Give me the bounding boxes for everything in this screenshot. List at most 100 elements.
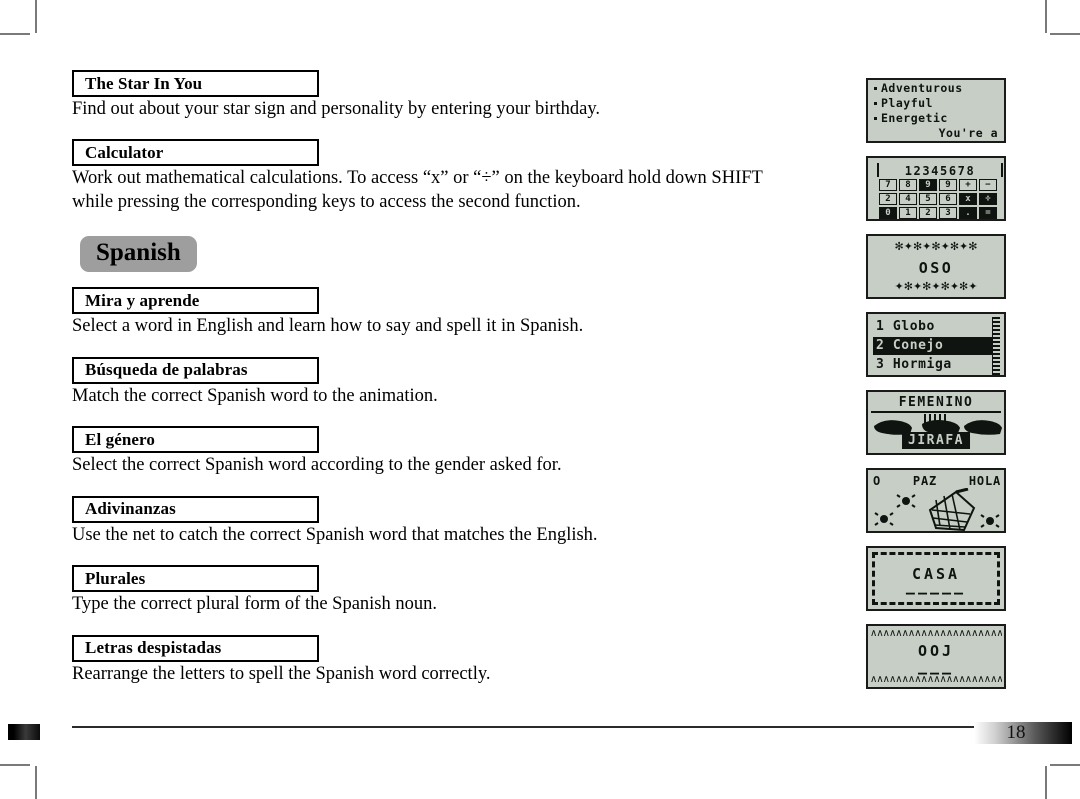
crop-mark-top-left-vertical xyxy=(35,0,37,33)
content-column: The Star In You Find out about your star… xyxy=(72,70,772,686)
calc-key: 1 xyxy=(899,207,917,219)
lcd-inner: Adventurous Playful Energetic You're a xyxy=(870,82,1002,139)
entry-title: Calculator xyxy=(85,142,164,162)
entry-description: Find out about your star sign and person… xyxy=(72,99,601,119)
calc-key: 7 xyxy=(879,179,897,191)
entry-title-box: Adivinanzas xyxy=(72,495,319,523)
entry-title: El género xyxy=(85,429,155,449)
crop-mark-bottom-right-horizontal xyxy=(1050,764,1080,766)
crop-mark-bottom-left-horizontal xyxy=(0,764,30,766)
lcd-word: HOLA xyxy=(968,474,1001,488)
entry-title-box: Calculator xyxy=(72,139,319,167)
entry-title: Búsqueda de palabras xyxy=(85,360,248,380)
page-number: 18 xyxy=(1006,722,1026,743)
lcd-letras-despistadas-screen: ∧∧∧∧∧∧∧∧∧∧∧∧∧∧∧∧∧∧∧∧∧∧∧∧ OOJ ——— ∧∧∧∧∧∧∧… xyxy=(866,624,1006,689)
lcd-inner: CASA ————— xyxy=(870,550,1002,607)
entry-calculator: Calculator Work out mathematical calcula… xyxy=(72,139,772,214)
calc-key: − xyxy=(979,179,997,191)
entry-description: Type the correct plural form of the Span… xyxy=(72,594,438,615)
calc-key: x xyxy=(959,193,977,205)
calc-key: = xyxy=(979,207,997,219)
lcd-word: PAZ xyxy=(912,474,937,488)
entry-description: Select the correct Spanish word accordin… xyxy=(72,455,562,476)
lcd-plurales-screen: CASA ————— xyxy=(866,546,1006,611)
lcd-star-in-you-screen: Adventurous Playful Energetic You're a xyxy=(866,78,1006,143)
list-item: 1 Globo xyxy=(876,319,935,334)
entry-description: Rearrange the letters to spell the Spani… xyxy=(72,663,491,684)
lcd-footer: You're a xyxy=(938,126,998,140)
bullet-icon xyxy=(874,117,877,120)
lcd-inner: ∧∧∧∧∧∧∧∧∧∧∧∧∧∧∧∧∧∧∧∧∧∧∧∧ OOJ ——— ∧∧∧∧∧∧∧… xyxy=(870,628,1002,685)
entry-title: Plurales xyxy=(85,568,146,588)
crop-mark-top-right-vertical xyxy=(1045,0,1047,33)
bug-icon xyxy=(874,512,894,526)
lcd-inner: O PAZ HOLA xyxy=(870,472,1002,531)
entry-title-box: Plurales xyxy=(72,565,319,593)
entry-letras-despistadas: Letras despistadas Rearrange the letters… xyxy=(72,634,772,686)
lcd-busqueda-de-palabras-screen: 1 Globo 2 Conejo 3 Hormiga xyxy=(866,312,1006,377)
lcd-el-genero-screen: FEMENINO JIRAFA xyxy=(866,390,1006,455)
calc-key: 2 xyxy=(879,193,897,205)
entry-adivinanzas: Adivinanzas Use the net to catch the cor… xyxy=(72,495,772,547)
bullet-icon xyxy=(874,102,877,105)
scrollbar xyxy=(992,317,1000,375)
entry-title-box: The Star In You xyxy=(72,70,319,97)
calc-key: . xyxy=(959,207,977,219)
lcd-mira-y-aprende-screen: ✻✦✻✦✻✦✻✦✻ OSO ✦✻✦✻✦✻✦✻✦ xyxy=(866,234,1006,299)
calc-key: 8 xyxy=(899,179,917,191)
entry-the-star-in-you: The Star In You Find out about your star… xyxy=(72,70,772,121)
lcd-word: CASA xyxy=(911,565,961,583)
footer-rule xyxy=(72,726,1002,728)
bullet-icon xyxy=(874,87,877,90)
lcd-calculator-screen: 12345678 7 8 9 9 + − 2 4 5 6 x ÷ 0 1 2 3… xyxy=(866,156,1006,221)
entry-title-box: Letras despistadas xyxy=(72,634,319,662)
entry-title: Mira y aprende xyxy=(85,290,200,310)
zigzag-border-bottom-icon: ∧∧∧∧∧∧∧∧∧∧∧∧∧∧∧∧∧∧∧∧∧∧∧∧ xyxy=(870,675,1002,684)
registration-mark xyxy=(8,724,40,740)
calc-key: + xyxy=(959,179,977,191)
lcd-line: Adventurous xyxy=(881,81,963,95)
crop-mark-bottom-left-vertical xyxy=(35,766,37,799)
calc-key: 3 xyxy=(939,207,957,219)
lcd-word: O xyxy=(873,474,882,488)
entry-description: Select a word in English and learn how t… xyxy=(72,316,584,337)
lcd-line: Playful xyxy=(881,96,933,110)
bug-icon xyxy=(896,494,916,508)
calc-key: ÷ xyxy=(979,193,997,205)
lcd-inner: 12345678 7 8 9 9 + − 2 4 5 6 x ÷ 0 1 2 3… xyxy=(870,160,1003,219)
bug-icon xyxy=(980,514,1000,528)
calculator-display: 12345678 xyxy=(877,163,1003,178)
lcd-inner: ✻✦✻✦✻✦✻✦✻ OSO ✦✻✦✻✦✻✦✻✦ xyxy=(870,238,1002,295)
calculator-keypad: 7 8 9 9 + − 2 4 5 6 x ÷ 0 1 2 3 . = xyxy=(879,179,997,219)
manual-page: The Star In You Find out about your star… xyxy=(0,0,1080,799)
entry-title: The Star In You xyxy=(85,73,203,93)
entry-el-genero: El género Select the correct Spanish wor… xyxy=(72,426,772,477)
list-item: 2 Conejo xyxy=(873,337,995,355)
entry-description: Work out mathematical calculations. To a… xyxy=(72,168,763,212)
calc-key: 5 xyxy=(919,193,937,205)
entry-title-box: El género xyxy=(72,426,319,454)
screenshot-column: Adventurous Playful Energetic You're a 1… xyxy=(866,78,1006,702)
calc-key: 0 xyxy=(879,207,897,219)
entry-busqueda-de-palabras: Búsqueda de palabras Match the correct S… xyxy=(72,356,772,408)
calc-key: 6 xyxy=(939,193,957,205)
lcd-word-row: O PAZ HOLA xyxy=(873,474,1001,488)
crop-mark-bottom-right-vertical xyxy=(1045,766,1047,799)
entry-title-box: Mira y aprende xyxy=(72,287,319,315)
section-label: Spanish xyxy=(96,239,181,267)
lcd-adivinanzas-screen: O PAZ HOLA xyxy=(866,468,1006,533)
lcd-line: Energetic xyxy=(881,111,948,125)
lcd-blanks: ————— xyxy=(905,584,967,602)
entry-title-box: Búsqueda de palabras xyxy=(72,356,319,384)
crop-mark-top-left-horizontal xyxy=(0,33,30,35)
zigzag-border-top-icon: ∧∧∧∧∧∧∧∧∧∧∧∧∧∧∧∧∧∧∧∧∧∧∧∧ xyxy=(870,629,1002,638)
lcd-word: OOJ xyxy=(917,642,955,660)
entry-description: Use the net to catch the correct Spanish… xyxy=(72,524,598,545)
calc-key: 9 xyxy=(939,179,957,191)
